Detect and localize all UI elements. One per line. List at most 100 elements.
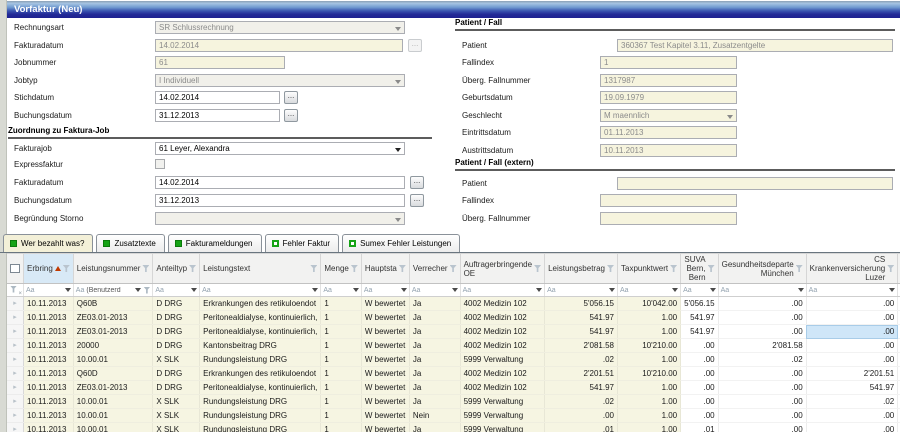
grid-column-header-verrecher[interactable]: Verrecher xyxy=(409,254,460,284)
grid-column-header-auftragerbringende_oe[interactable]: Auftragerbringende OE xyxy=(460,254,545,284)
row-selector[interactable]: ▸ xyxy=(7,381,24,395)
grid-cell[interactable]: .01 xyxy=(681,423,718,432)
grid-cell[interactable]: .00 xyxy=(806,297,898,311)
grid-cell[interactable]: 2'081.58 xyxy=(718,339,806,353)
zuordnung-buchungsdatum-input[interactable]: 31.12.2013 xyxy=(155,194,405,207)
grid-column-header-anteiltyp[interactable]: Anteiltyp xyxy=(153,254,200,284)
grid-cell[interactable]: 4002 Medizin 102 xyxy=(460,311,545,325)
grid-cell[interactable]: ZE03.01-2013 xyxy=(73,381,153,395)
grid-cell[interactable]: .00 xyxy=(681,367,718,381)
grid-cell[interactable]: 1.00 xyxy=(618,353,681,367)
grid-cell[interactable]: Q60B xyxy=(73,297,153,311)
grid-cell[interactable]: 2'201.51 xyxy=(806,367,898,381)
grid-cell[interactable]: .00 xyxy=(681,409,718,423)
grid-cell[interactable]: .00 xyxy=(806,325,898,339)
grid-filter-leistungsnummer[interactable]: Aa(Benutzerd xyxy=(73,284,153,297)
grid-column-header-leistungstext[interactable]: Leistungstext xyxy=(200,254,321,284)
geburtsdatum-input[interactable]: 19.09.1979 xyxy=(600,91,737,104)
grid-cell[interactable]: 541.97 xyxy=(545,325,618,339)
grid-column-header-leistungsnummer[interactable]: Leistungsnummer xyxy=(73,254,153,284)
buchungsdatum-input[interactable]: 31.12.2013 xyxy=(155,109,280,122)
grid-cell[interactable]: 10.00.01 xyxy=(73,353,153,367)
zuordnung-fakturadatum-browse-button[interactable]: ... xyxy=(410,176,424,189)
row-selector[interactable]: ▸ xyxy=(7,325,24,339)
grid-cell[interactable]: 10'210.00 xyxy=(618,367,681,381)
grid-cell[interactable]: 4002 Medizin 102 xyxy=(460,367,545,381)
grid-cell[interactable]: 10.11.2013 xyxy=(24,423,74,432)
zuordnung-fakturadatum-input[interactable]: 14.02.2014 xyxy=(155,176,405,189)
grid-cell[interactable]: 541.97 xyxy=(545,311,618,325)
grid-cell[interactable]: D DRG xyxy=(153,381,200,395)
begruendung-storno-select[interactable] xyxy=(155,212,405,225)
grid-cell[interactable]: 1 xyxy=(321,423,361,432)
grid-cell[interactable]: W bewertet xyxy=(361,409,409,423)
grid-cell[interactable]: D DRG xyxy=(153,367,200,381)
grid-cell[interactable]: .00 xyxy=(681,381,718,395)
grid-cell[interactable]: 1 xyxy=(321,297,361,311)
filter-icon[interactable] xyxy=(607,265,614,272)
grid-cell[interactable]: 10'210.00 xyxy=(618,339,681,353)
tab-zusatztexte[interactable]: Zusatztexte xyxy=(96,234,164,252)
grid-cell[interactable]: Kantonsbeitrag DRG xyxy=(200,339,321,353)
tab-wer-bezahlt-was[interactable]: Wer bezahlt was? xyxy=(3,234,93,252)
grid-cell[interactable]: 2'201.51 xyxy=(545,367,618,381)
grid-cell[interactable]: 1 xyxy=(321,381,361,395)
grid-cell[interactable]: Ja xyxy=(409,381,460,395)
ueberg-fallnummer-extern-input[interactable] xyxy=(600,212,737,225)
grid-cell[interactable]: Peritonealdialyse, kontinuierlich, xyxy=(200,325,321,339)
grid-cell[interactable]: 1.00 xyxy=(618,409,681,423)
grid-filter-hauptsta[interactable]: Aa xyxy=(361,284,409,297)
grid-cell[interactable]: 5999 Verwaltung xyxy=(460,409,545,423)
fallindex-extern-input[interactable] xyxy=(600,194,737,207)
filter-icon[interactable] xyxy=(887,265,894,272)
grid-cell[interactable]: 5999 Verwaltung xyxy=(460,353,545,367)
grid-cell[interactable]: .00 xyxy=(718,311,806,325)
grid-cell[interactable]: 10'042.00 xyxy=(618,297,681,311)
grid-cell[interactable]: 10.11.2013 xyxy=(24,367,74,381)
grid-cell[interactable]: .00 xyxy=(806,339,898,353)
grid-filter-leistungsbetrag[interactable]: Aa xyxy=(545,284,618,297)
grid-cell[interactable]: .00 xyxy=(718,325,806,339)
grid-cell[interactable]: 5999 Verwaltung xyxy=(460,395,545,409)
grid-cell[interactable]: 541.97 xyxy=(806,381,898,395)
grid-filter-cs_krankenversicherung_luzern[interactable]: Aa xyxy=(806,284,898,297)
grid-cell[interactable]: .00 xyxy=(681,339,718,353)
grid-cell[interactable]: Ja xyxy=(409,325,460,339)
column-chooser-button[interactable] xyxy=(7,254,24,284)
grid-cell[interactable]: .02 xyxy=(545,395,618,409)
grid-cell[interactable]: X SLK xyxy=(153,423,200,432)
grid-cell[interactable]: W bewertet xyxy=(361,339,409,353)
fakturadatum-browse-button[interactable]: ... xyxy=(408,39,422,52)
grid-cell[interactable]: .00 xyxy=(718,297,806,311)
grid-cell[interactable]: Rundungsleistung DRG xyxy=(200,409,321,423)
active-filter-funnel-icon[interactable] xyxy=(143,287,150,294)
grid-cell[interactable]: D DRG xyxy=(153,325,200,339)
grid-cell[interactable]: 20000 xyxy=(73,339,153,353)
grid-cell[interactable]: Peritonealdialyse, kontinuierlich, xyxy=(200,311,321,325)
grid-cell[interactable]: W bewertet xyxy=(361,423,409,432)
stichdatum-browse-button[interactable]: ... xyxy=(284,91,298,104)
grid-cell[interactable]: 541.97 xyxy=(681,311,718,325)
grid-cell[interactable]: 4002 Medizin 102 xyxy=(460,381,545,395)
grid-cell[interactable]: W bewertet xyxy=(361,297,409,311)
fallindex-input[interactable]: 1 xyxy=(600,56,737,69)
grid-cell[interactable]: X SLK xyxy=(153,395,200,409)
grid-filter-suva_bern[interactable]: Aa xyxy=(681,284,718,297)
ueberg-fallnummer-input[interactable]: 1317987 xyxy=(600,74,737,87)
tab-sumex-fehler-leistungen[interactable]: Sumex Fehler Leistungen xyxy=(342,234,460,252)
grid-column-header-cs_krankenversicherung_luzern[interactable]: CS Krankenversicherung Luzer xyxy=(806,254,898,284)
grid-cell[interactable]: Rundungsleistung DRG xyxy=(200,423,321,432)
grid-filter-erbring[interactable]: Aa xyxy=(24,284,74,297)
grid-cell[interactable]: D DRG xyxy=(153,297,200,311)
geschlecht-select[interactable]: M maennlich xyxy=(600,109,737,122)
grid-cell[interactable]: .00 xyxy=(806,423,898,432)
clear-filters-cell[interactable]: × xyxy=(7,284,24,297)
grid-column-header-leistungsbetrag[interactable]: Leistungsbetrag xyxy=(545,254,618,284)
grid-cell[interactable]: 10.11.2013 xyxy=(24,325,74,339)
grid-column-header-suva_bern[interactable]: SUVA Bern, Bern xyxy=(681,254,718,284)
filter-icon[interactable] xyxy=(534,265,541,272)
grid-column-header-erbring[interactable]: Erbring xyxy=(24,254,74,284)
grid-cell[interactable]: 1 xyxy=(321,353,361,367)
grid-cell[interactable]: .00 xyxy=(718,395,806,409)
grid-cell[interactable]: .00 xyxy=(806,311,898,325)
